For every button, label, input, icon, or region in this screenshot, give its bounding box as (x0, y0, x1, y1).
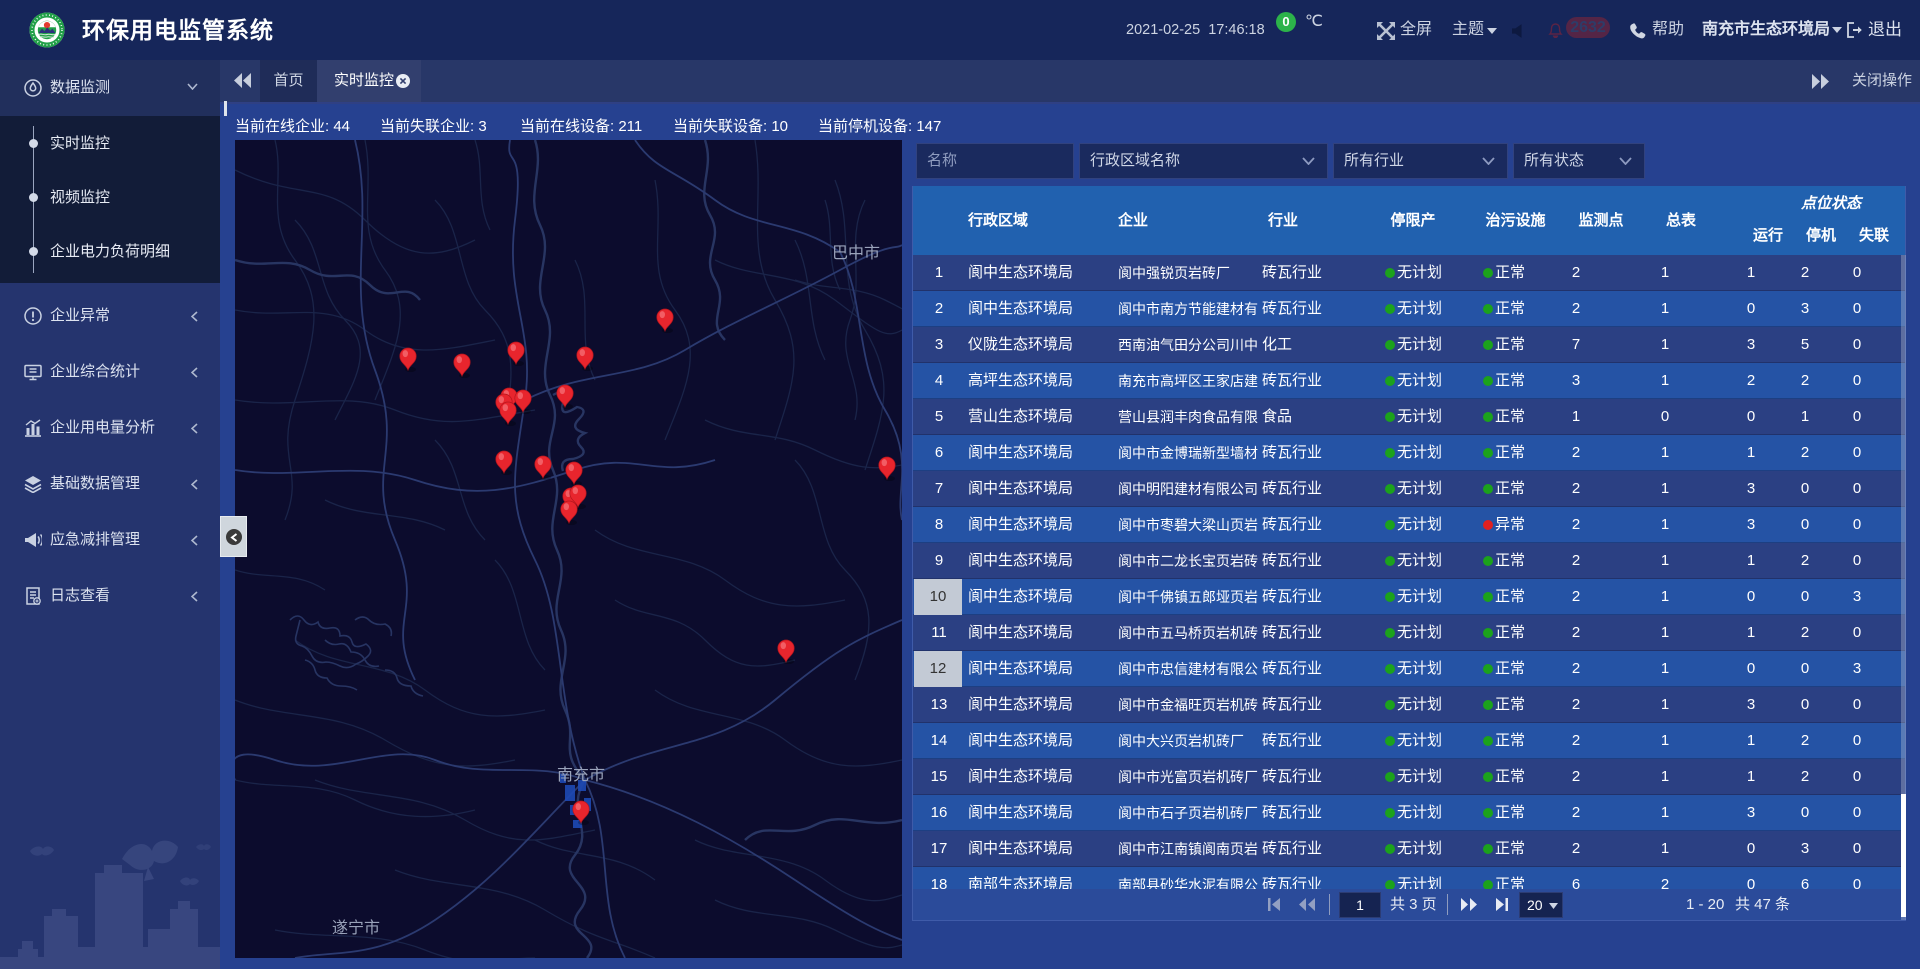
svg-text:南充市: 南充市 (557, 766, 605, 784)
svg-text:遂宁市: 遂宁市 (332, 919, 380, 937)
svg-text:巴中市: 巴中市 (832, 244, 880, 262)
